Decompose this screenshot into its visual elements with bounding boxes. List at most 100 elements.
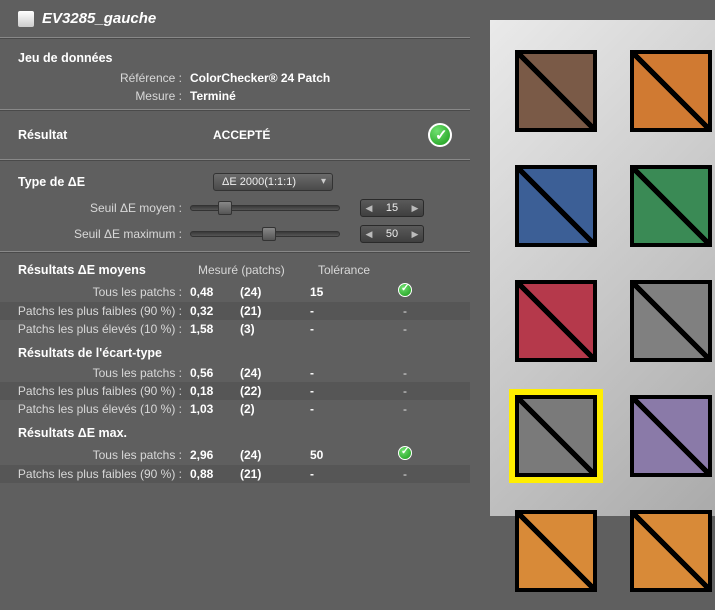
row-count: (22) (240, 384, 310, 398)
avg-threshold-row: Seuil ΔE moyen : ◀ 15 ▶ (0, 195, 470, 221)
document-icon (18, 11, 34, 27)
row-tolerance: - (310, 322, 390, 336)
row-label: Patchs les plus faibles (90 %) : (0, 467, 190, 481)
reference-label: Référence : (0, 71, 190, 85)
std-heading: Résultats de l'écart-type (0, 338, 470, 364)
row-measured: 0,32 (190, 304, 240, 318)
result-value: ACCEPTÉ (213, 128, 428, 142)
table-row: Patchs les plus faibles (90 %) :0,88(21)… (0, 465, 470, 483)
max-threshold-value: 50 (377, 228, 407, 240)
reference-row: Référence : ColorChecker® 24 Patch (0, 69, 470, 87)
table-row: Patchs les plus élevés (10 %) :1,58(3)-- (0, 320, 470, 338)
panel-header: EV3285_gauche (0, 0, 470, 33)
results-panel: EV3285_gauche Jeu de données Référence :… (0, 0, 470, 516)
row-tolerance: - (310, 402, 390, 416)
max-threshold-label: Seuil ΔE maximum : (0, 227, 190, 241)
row-count: (3) (240, 322, 310, 336)
max-threshold-slider[interactable] (190, 231, 340, 237)
avg-threshold-stepper[interactable]: ◀ 15 ▶ (360, 199, 424, 217)
row-label: Tous les patchs : (0, 366, 190, 380)
row-count: (24) (240, 366, 310, 380)
row-count: (21) (240, 467, 310, 481)
table-row: Patchs les plus élevés (10 %) :1,03(2)-- (0, 400, 470, 418)
dataset-heading: Jeu de données (0, 43, 470, 69)
stepper-right-icon[interactable]: ▶ (407, 229, 423, 240)
row-status (390, 283, 420, 300)
row-label: Tous les patchs : (0, 448, 190, 462)
color-swatch[interactable] (515, 395, 597, 477)
row-tolerance: - (310, 384, 390, 398)
color-swatch[interactable] (630, 165, 712, 247)
measure-row: Mesure : Terminé (0, 87, 470, 105)
row-tolerance: 15 (310, 285, 390, 299)
divider (0, 159, 470, 161)
color-swatch[interactable] (515, 280, 597, 362)
measure-label: Mesure : (0, 89, 190, 103)
divider (0, 37, 470, 39)
table-row: Patchs les plus faibles (90 %) :0,18(22)… (0, 382, 470, 400)
stepper-right-icon[interactable]: ▶ (407, 203, 423, 214)
stepper-left-icon[interactable]: ◀ (361, 203, 377, 214)
avg-heading-row: Résultats ΔE moyens Mesuré (patchs) Tolé… (0, 257, 470, 281)
max-threshold-stepper[interactable]: ◀ 50 ▶ (360, 225, 424, 243)
table-row: Patchs les plus faibles (90 %) :0,32(21)… (0, 302, 470, 320)
reference-value: ColorChecker® 24 Patch (190, 71, 330, 85)
delta-e-select[interactable]: ΔE 2000(1:1:1) (213, 173, 333, 191)
color-swatch[interactable] (515, 165, 597, 247)
row-tolerance: - (310, 304, 390, 318)
stepper-left-icon[interactable]: ◀ (361, 229, 377, 240)
color-swatch[interactable] (630, 395, 712, 477)
row-measured: 0,48 (190, 285, 240, 299)
row-count: (2) (240, 402, 310, 416)
row-count: (24) (240, 448, 310, 462)
accepted-check-icon (428, 123, 452, 147)
color-swatch[interactable] (515, 510, 597, 592)
result-label: Résultat (18, 128, 213, 142)
swatch-preview (490, 20, 715, 516)
delta-e-type-row: Type de ΔE ΔE 2000(1:1:1) (0, 165, 470, 195)
row-label: Patchs les plus élevés (10 %) : (0, 402, 190, 416)
table-row: Tous les patchs :0,56(24)-- (0, 364, 470, 382)
row-measured: 1,03 (190, 402, 240, 416)
row-status (390, 446, 420, 463)
avg-heading: Résultats ΔE moyens (0, 263, 198, 277)
measure-value: Terminé (190, 89, 236, 103)
col-measured: Mesuré (patchs) (198, 263, 318, 277)
max-heading: Résultats ΔE max. (0, 418, 470, 444)
color-swatch[interactable] (630, 280, 712, 362)
row-measured: 2,96 (190, 448, 240, 462)
color-swatch[interactable] (630, 510, 712, 592)
max-threshold-row: Seuil ΔE maximum : ◀ 50 ▶ (0, 221, 470, 247)
check-icon (398, 283, 412, 297)
row-measured: 0,88 (190, 467, 240, 481)
result-row: Résultat ACCEPTÉ (0, 115, 470, 155)
avg-threshold-slider[interactable] (190, 205, 340, 211)
swatch-grid (515, 50, 715, 610)
panel-title: EV3285_gauche (42, 10, 156, 27)
avg-threshold-value: 15 (377, 202, 407, 214)
row-label: Patchs les plus faibles (90 %) : (0, 384, 190, 398)
row-status: - (390, 467, 420, 481)
avg-threshold-label: Seuil ΔE moyen : (0, 201, 190, 215)
table-row: Tous les patchs :2,96(24)50 (0, 444, 470, 465)
row-label: Patchs les plus faibles (90 %) : (0, 304, 190, 318)
delta-e-type-label: Type de ΔE (18, 175, 213, 189)
color-swatch[interactable] (630, 50, 712, 132)
row-status: - (390, 402, 420, 416)
row-status: - (390, 366, 420, 380)
row-tolerance: - (310, 366, 390, 380)
row-status: - (390, 384, 420, 398)
row-status: - (390, 322, 420, 336)
row-count: (21) (240, 304, 310, 318)
divider (0, 251, 470, 253)
row-measured: 0,18 (190, 384, 240, 398)
col-tolerance: Tolérance (318, 263, 398, 277)
row-label: Tous les patchs : (0, 285, 190, 299)
color-swatch[interactable] (515, 50, 597, 132)
row-label: Patchs les plus élevés (10 %) : (0, 322, 190, 336)
divider (0, 109, 470, 111)
row-tolerance: - (310, 467, 390, 481)
row-tolerance: 50 (310, 448, 390, 462)
table-row: Tous les patchs :0,48(24)15 (0, 281, 470, 302)
row-measured: 0,56 (190, 366, 240, 380)
